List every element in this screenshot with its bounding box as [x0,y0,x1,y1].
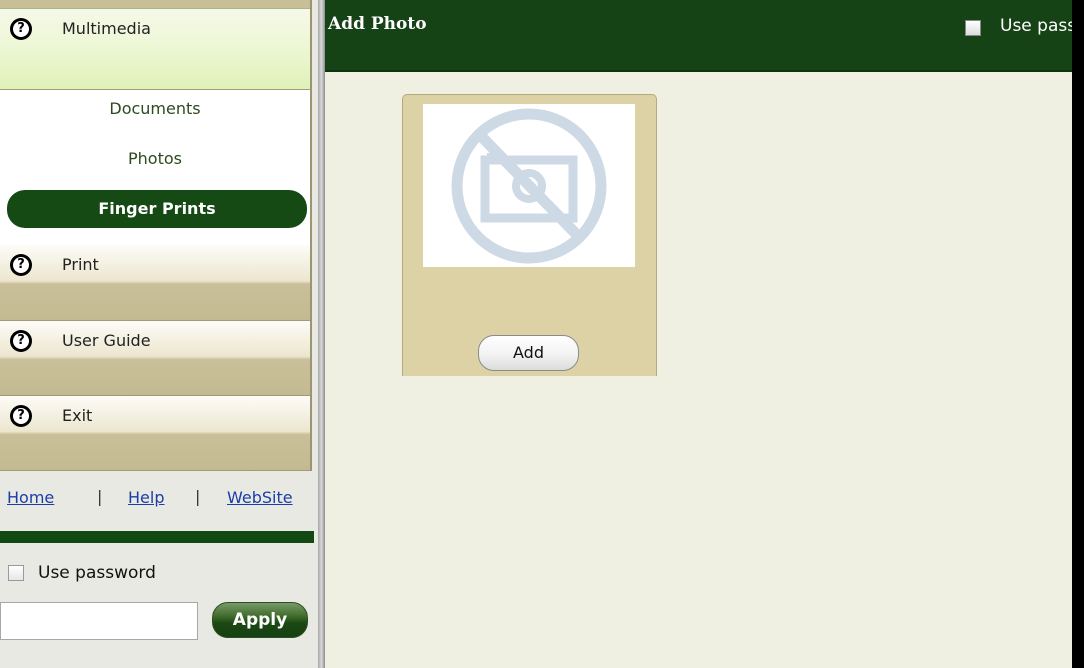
header-use-password-checkbox[interactable] [965,20,981,36]
page-title: Add Photo [328,14,427,34]
menu-header-print[interactable]: ? Print [0,245,310,285]
menu-section-multimedia[interactable]: ? Multimedia [0,8,310,90]
menu-section-exit[interactable]: ? Exit [0,396,310,471]
sidebar-divider-line [310,0,312,471]
main-panel: Add Photo Use pass Add [325,0,1084,668]
photo-card: Add [402,94,657,376]
link-separator: | [97,487,103,506]
sidebar: ? Multimedia Documents Photos Finger Pri… [0,0,318,668]
menu-header-exit[interactable]: ? Exit [0,396,310,436]
help-circle-icon: ? [10,254,32,276]
website-link[interactable]: WebSite [227,488,293,507]
app-window: ? Multimedia Documents Photos Finger Pri… [0,0,1084,668]
sidebar-top-border [0,0,310,8]
menu-section-print[interactable]: ? Print [0,245,310,321]
help-circle-icon: ? [10,18,32,40]
header-use-password-label: Use pass [1000,16,1077,36]
use-password-checkbox[interactable] [8,565,24,581]
footer-links: Home | Help | WebSite [0,484,318,516]
no-image-icon [451,108,607,264]
multimedia-submenu: Documents Photos Finger Prints [0,90,310,246]
help-circle-icon: ? [10,330,32,352]
panel-splitter[interactable] [318,0,325,668]
password-input[interactable] [0,602,198,640]
menu-header-user-guide[interactable]: ? User Guide [0,321,310,361]
submenu-item-photos[interactable]: Photos [0,140,310,178]
help-circle-glyph: ? [17,21,25,36]
menu-section-user-guide[interactable]: ? User Guide [0,321,310,396]
main-right-edge [1072,0,1084,668]
help-circle-icon: ? [10,405,32,427]
help-link[interactable]: Help [128,488,164,507]
menu-label-user-guide: User Guide [62,331,151,350]
menu-label-print: Print [62,255,99,274]
help-circle-glyph: ? [17,257,25,272]
help-circle-glyph: ? [17,333,25,348]
add-photo-button[interactable]: Add [478,335,579,371]
sidebar-green-bar [0,531,314,543]
submenu-item-finger-prints[interactable]: Finger Prints [7,190,307,228]
home-link[interactable]: Home [7,488,54,507]
menu-label-exit: Exit [62,406,93,425]
apply-button[interactable]: Apply [212,602,308,638]
photo-placeholder [423,104,635,267]
menu-label-multimedia: Multimedia [62,19,151,38]
main-header: Add Photo Use pass [325,0,1084,72]
submenu-item-documents[interactable]: Documents [0,90,310,128]
help-circle-glyph: ? [17,408,25,423]
menu-header-multimedia[interactable]: ? Multimedia [0,9,310,49]
link-separator: | [195,487,201,506]
use-password-label: Use password [38,563,156,583]
